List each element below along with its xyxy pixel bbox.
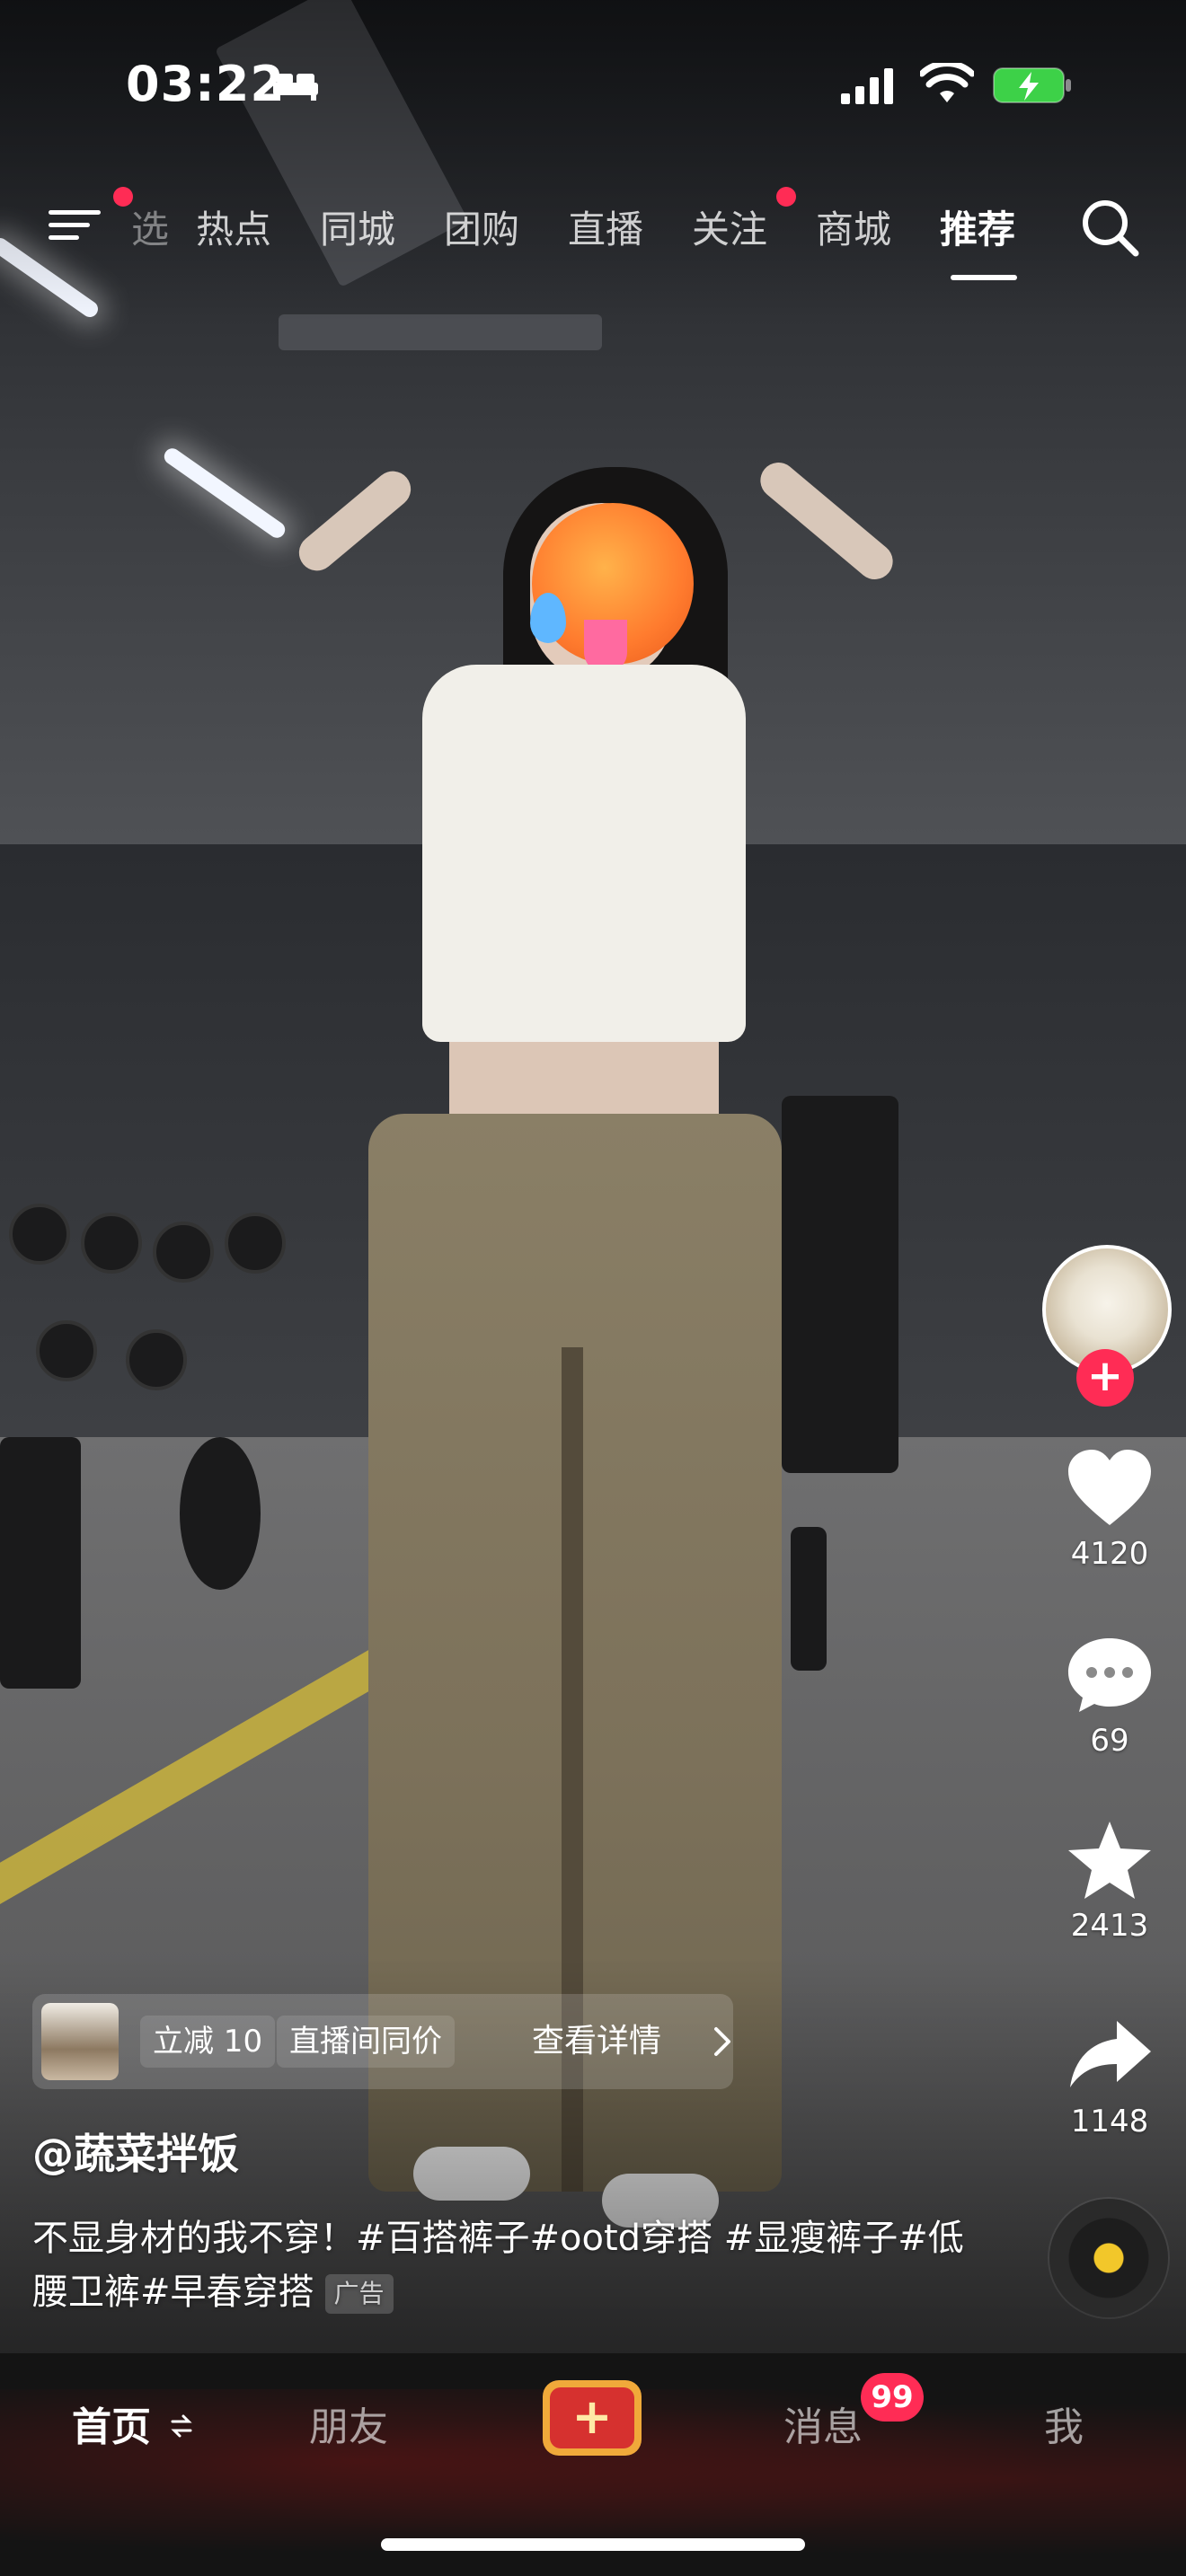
dumbbell (81, 1213, 142, 1274)
comment-icon (1068, 1638, 1151, 1712)
ad-badge: 广告 (324, 2274, 394, 2314)
status-bar: 03:22 (0, 45, 1186, 126)
menu-icon[interactable] (45, 199, 108, 250)
bench (0, 1437, 81, 1689)
view-details-link[interactable]: 查看详情 (532, 2016, 661, 2068)
tab-following[interactable]: 关注 (692, 199, 767, 254)
favorite-button[interactable]: 2413 (1051, 1820, 1168, 1944)
share-icon (1070, 2021, 1151, 2087)
chevron-right-icon (714, 2027, 730, 2056)
favorite-count: 2413 (1070, 1908, 1149, 1944)
author-name[interactable]: @蔬菜拌饭 (32, 2122, 239, 2181)
search-icon[interactable] (1078, 196, 1141, 259)
dumbbell (225, 1213, 286, 1274)
person-waist (449, 1042, 719, 1123)
signal-icon (841, 68, 893, 104)
comment-count: 69 (1090, 1723, 1129, 1759)
gym-machine (782, 1096, 898, 1473)
weight-plate (180, 1437, 261, 1590)
follow-button[interactable]: + (1076, 1349, 1134, 1407)
like-button[interactable]: 4120 (1051, 1448, 1168, 1572)
battery-charging-icon (993, 67, 1071, 103)
post-caption[interactable]: 不显身材的我不穿！#百搭裤子#ootd穿搭 #显瘦裤子#低腰卫裤#早春穿搭 广告 (32, 2211, 967, 2319)
create-button[interactable]: + (543, 2380, 642, 2456)
person-shirt (422, 665, 746, 1042)
discount-tag: 立减 10 (140, 2016, 276, 2068)
share-button[interactable]: 1148 (1051, 2016, 1168, 2139)
product-thumbnail (41, 2003, 119, 2080)
tab-partial[interactable]: 选 (131, 199, 169, 254)
share-count: 1148 (1070, 2104, 1149, 2139)
create-button-inner: + (550, 2387, 634, 2448)
tab-live[interactable]: 直播 (568, 199, 643, 254)
product-promo-card[interactable]: 立减 10 直播间同价 查看详情 (32, 1994, 733, 2089)
plus-icon: + (571, 2388, 613, 2445)
tab-group-buy[interactable]: 团购 (444, 199, 519, 254)
comment-button[interactable]: 69 (1051, 1635, 1168, 1759)
caption-text: 不显身材的我不穿！#百搭裤子#ootd穿搭 #显瘦裤子#低腰卫裤#早春穿搭 (32, 2218, 964, 2313)
following-notification-dot (776, 187, 796, 207)
home-indicator[interactable] (381, 2538, 805, 2551)
tab-hot[interactable]: 热点 (196, 199, 271, 254)
tab-me[interactable]: 我 (1044, 2395, 1084, 2452)
status-time: 03:22 (126, 56, 285, 112)
like-count: 4120 (1070, 1536, 1149, 1572)
dumbbell (36, 1320, 97, 1381)
tab-local[interactable]: 同城 (320, 199, 395, 254)
dumbbell (126, 1329, 187, 1390)
person-arm (753, 454, 900, 587)
swap-icon[interactable] (169, 2413, 194, 2439)
heart-icon (1068, 1450, 1151, 1525)
tab-friends[interactable]: 朋友 (309, 2395, 388, 2452)
person-arm (291, 463, 419, 578)
tab-recommended[interactable]: 推荐 (940, 199, 1015, 254)
dumbbell (9, 1204, 70, 1265)
tab-home[interactable]: 首页 (72, 2395, 151, 2452)
tab-messages[interactable]: 消息 (783, 2395, 863, 2452)
music-disc-icon[interactable] (1049, 2199, 1168, 2317)
gym-machine (791, 1527, 827, 1671)
sleep-icon (273, 74, 318, 101)
tab-mall[interactable]: 商城 (816, 199, 891, 254)
messages-badge: 99 (861, 2373, 924, 2422)
active-tab-indicator (951, 275, 1017, 280)
ceiling-light (161, 445, 288, 542)
dumbbell (153, 1222, 214, 1283)
star-icon (1068, 1822, 1151, 1899)
menu-notification-dot (113, 187, 133, 207)
top-nav: 选 热点 同城 团购 直播 关注 商城 推荐 (0, 180, 1186, 280)
author-avatar-group[interactable]: + (1042, 1245, 1172, 1407)
price-match-tag: 直播间同价 (277, 2016, 455, 2068)
wifi-icon (920, 63, 974, 102)
